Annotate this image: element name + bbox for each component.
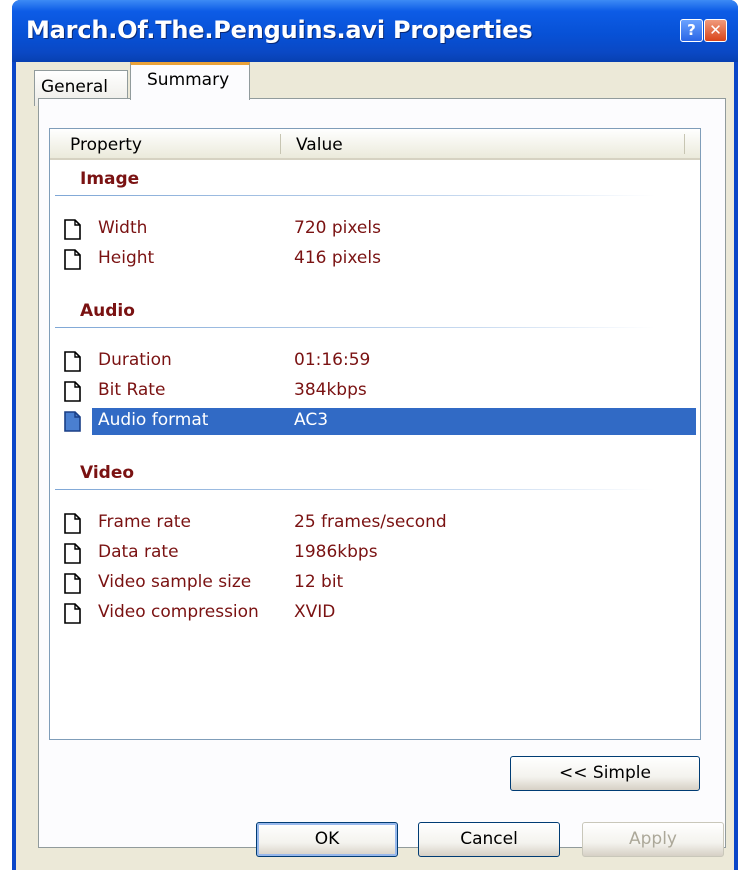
- document-icon: [64, 411, 81, 432]
- close-button[interactable]: ✕: [704, 19, 727, 42]
- document-icon: [64, 219, 81, 240]
- document-icon: [64, 513, 81, 534]
- apply-button[interactable]: Apply: [582, 822, 724, 857]
- property-value: AC3: [294, 410, 329, 430]
- list-item[interactable]: Data rate 1986kbps: [62, 539, 696, 567]
- property-name: Video sample size: [98, 572, 252, 592]
- property-name: Data rate: [98, 542, 179, 562]
- list-item[interactable]: Video sample size 12 bit: [62, 569, 696, 597]
- property-name: Frame rate: [98, 512, 191, 532]
- properties-list[interactable]: Property Value Image Width 720 pixels He…: [49, 128, 701, 740]
- list-item[interactable]: Height 416 pixels: [62, 245, 696, 273]
- property-name: Video compression: [98, 602, 259, 622]
- title-bar[interactable]: March.Of.The.Penguins.avi Properties ? ✕: [12, 0, 738, 62]
- document-icon: [64, 249, 81, 270]
- group-title-video: Video: [80, 463, 135, 483]
- simple-button[interactable]: << Simple: [510, 756, 700, 791]
- list-item[interactable]: Bit Rate 384kbps: [62, 377, 696, 405]
- document-icon: [64, 573, 81, 594]
- document-icon: [64, 603, 81, 624]
- list-item[interactable]: Width 720 pixels: [62, 215, 696, 243]
- list-header: Property Value: [50, 129, 700, 160]
- property-name: Bit Rate: [98, 380, 166, 400]
- property-name: Height: [98, 248, 155, 268]
- property-value: 01:16:59: [294, 350, 371, 370]
- list-item[interactable]: Video compression XVID: [62, 599, 696, 627]
- column-divider[interactable]: [280, 134, 281, 154]
- property-value: 720 pixels: [294, 218, 381, 238]
- property-value: 416 pixels: [294, 248, 381, 268]
- column-divider[interactable]: [684, 134, 685, 154]
- property-name: Duration: [98, 350, 172, 370]
- list-item-selected[interactable]: Audio format AC3: [62, 407, 696, 435]
- help-button[interactable]: ?: [680, 19, 703, 42]
- list-item[interactable]: Duration 01:16:59: [62, 347, 696, 375]
- group-title-audio: Audio: [80, 301, 135, 321]
- property-value: 12 bit: [294, 572, 344, 592]
- document-icon: [64, 381, 81, 402]
- group-title-image: Image: [80, 169, 140, 189]
- document-icon: [64, 351, 81, 372]
- list-item[interactable]: Frame rate 25 frames/second: [62, 509, 696, 537]
- column-header-property[interactable]: Property: [70, 135, 142, 155]
- cancel-button[interactable]: Cancel: [418, 822, 560, 857]
- group-divider: [55, 327, 655, 328]
- property-value: 25 frames/second: [294, 512, 447, 532]
- ok-button[interactable]: OK: [256, 822, 398, 857]
- window-title: March.Of.The.Penguins.avi Properties: [26, 16, 533, 44]
- property-value: 384kbps: [294, 380, 367, 400]
- group-divider: [55, 195, 655, 196]
- property-value: XVID: [294, 602, 336, 622]
- column-header-value[interactable]: Value: [296, 135, 343, 155]
- group-divider: [55, 489, 655, 490]
- property-name: Audio format: [98, 410, 209, 430]
- property-value: 1986kbps: [294, 542, 378, 562]
- document-icon: [64, 543, 81, 564]
- tab-summary[interactable]: Summary: [130, 62, 250, 100]
- property-name: Width: [98, 218, 148, 238]
